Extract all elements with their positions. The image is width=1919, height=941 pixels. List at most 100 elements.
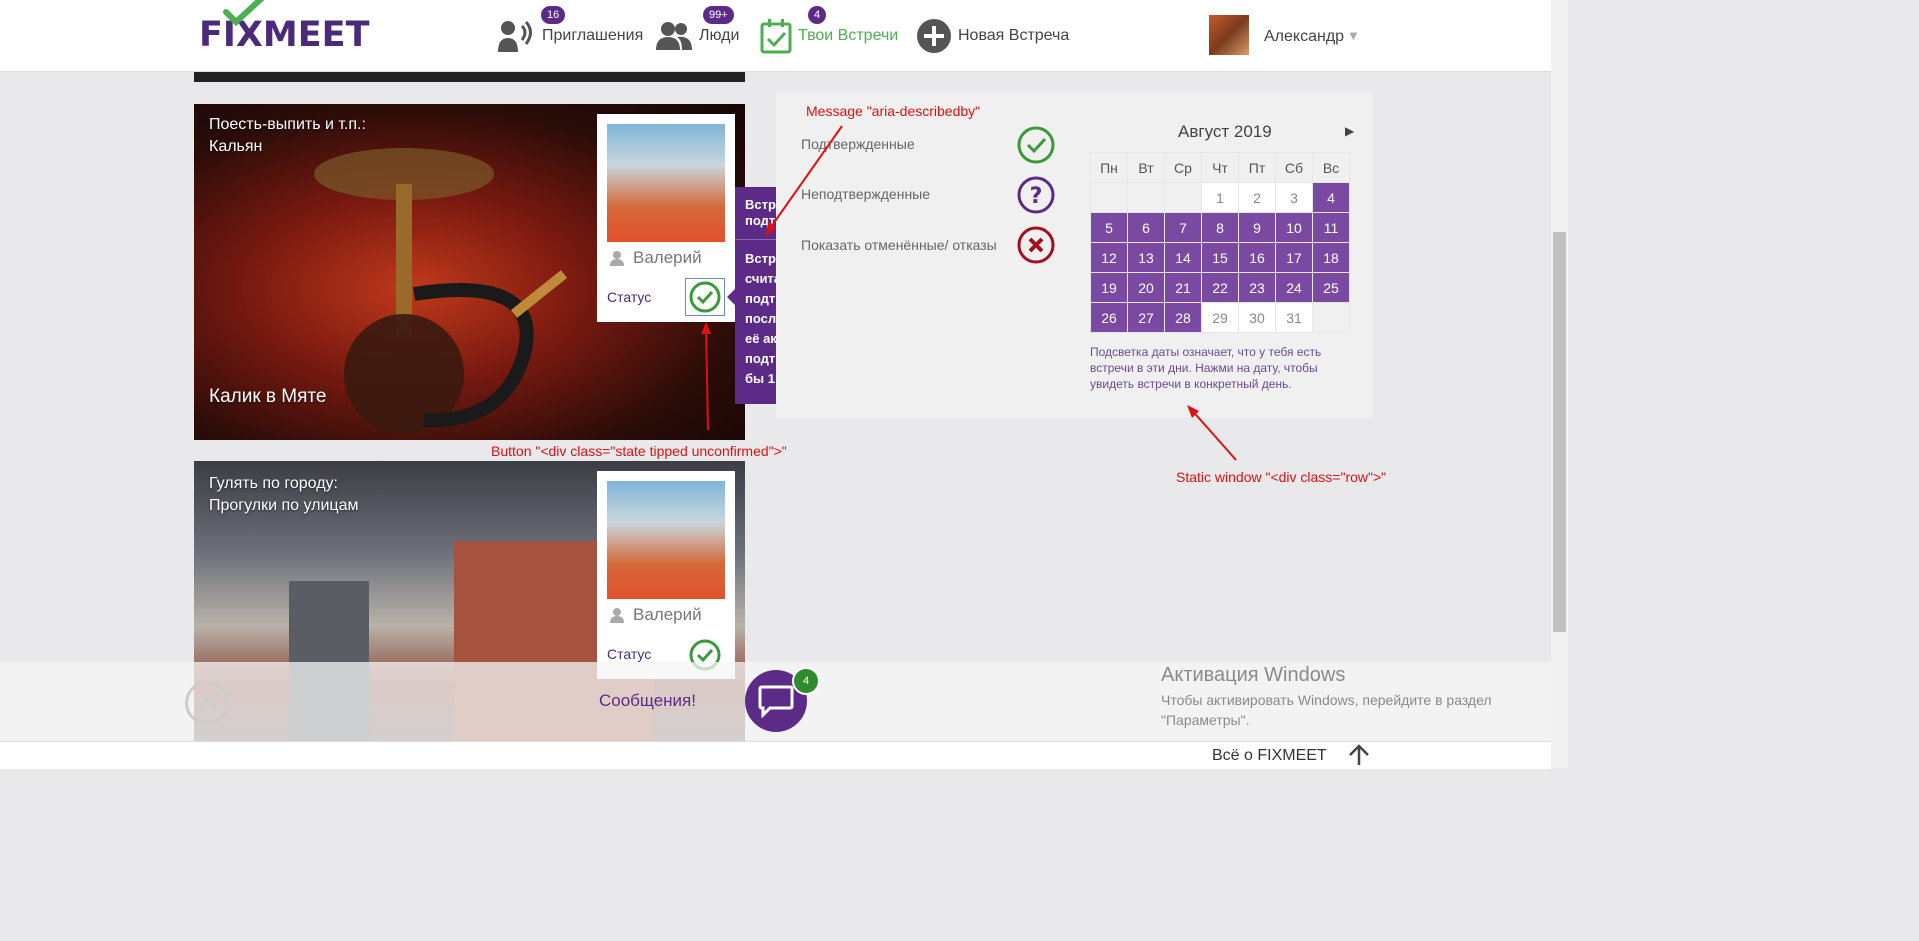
calendar-day[interactable]: 27 bbox=[1127, 302, 1165, 333]
calendar-day[interactable]: 23 bbox=[1238, 272, 1276, 303]
participant-box: Валерий Статус bbox=[597, 471, 735, 679]
weekday-header: Вс bbox=[1312, 152, 1350, 183]
tooltip-title: Встр подт bbox=[745, 197, 776, 228]
card-meeting-name[interactable]: Калик в Мяте bbox=[209, 386, 326, 408]
calendar-day[interactable]: 8 bbox=[1201, 212, 1239, 243]
check-circle-icon bbox=[689, 281, 721, 313]
calendar-day[interactable]: 30 bbox=[1238, 302, 1276, 333]
user-icon bbox=[610, 608, 624, 623]
weekday-header: Чт bbox=[1201, 152, 1239, 183]
calendar-day[interactable]: 24 bbox=[1275, 272, 1313, 303]
calendar-day[interactable]: 20 bbox=[1127, 272, 1165, 303]
status-button[interactable] bbox=[685, 278, 725, 316]
user-name[interactable]: Александр bbox=[1264, 28, 1344, 46]
legend-confirmed-label[interactable]: Подтвержденные bbox=[801, 136, 915, 152]
annotation-message: Message "aria-describedby" bbox=[806, 103, 981, 119]
plus-circle-icon bbox=[917, 19, 951, 53]
tooltip-divider bbox=[735, 239, 777, 240]
svg-text:?: ? bbox=[1030, 184, 1043, 209]
footer-about-link[interactable]: Всё о FIXMEET bbox=[1212, 747, 1327, 765]
calendar-day[interactable]: 3 bbox=[1275, 182, 1313, 213]
calendar-day[interactable]: 1 bbox=[1201, 182, 1239, 213]
calendar-day[interactable]: 5 bbox=[1090, 212, 1128, 243]
calendar-day[interactable]: 31 bbox=[1275, 302, 1313, 333]
windows-activation-title: Активация Windows bbox=[1161, 664, 1346, 686]
calendar-empty-cell bbox=[1090, 182, 1128, 213]
participant-photo[interactable] bbox=[607, 124, 725, 242]
calendar-day[interactable]: 7 bbox=[1164, 212, 1202, 243]
nav-new-meeting[interactable]: Новая Встреча bbox=[916, 14, 1069, 58]
my-meetings-badge: 4 bbox=[808, 6, 827, 24]
nav-invitations[interactable]: 16 Приглашения bbox=[496, 6, 644, 58]
calendar-month: Август 2019 bbox=[1178, 122, 1272, 141]
calendar-day[interactable]: 19 bbox=[1090, 272, 1128, 303]
calendar-day[interactable]: 11 bbox=[1312, 212, 1350, 243]
participant-box: Валерий Статус bbox=[597, 114, 735, 322]
weekday-header: Пн bbox=[1090, 152, 1128, 183]
calendar-day[interactable]: 12 bbox=[1090, 242, 1128, 273]
participant-name[interactable]: Валерий bbox=[633, 248, 702, 268]
status-label: Статус bbox=[607, 289, 652, 305]
calendar-day[interactable]: 21 bbox=[1164, 272, 1202, 303]
scroll-up-icon[interactable] bbox=[185, 681, 229, 725]
calendar-day[interactable]: 9 bbox=[1238, 212, 1276, 243]
chevron-up-icon bbox=[198, 696, 216, 708]
card-subcategory: Прогулки по улицам bbox=[209, 497, 359, 514]
tooltip-arrow bbox=[727, 289, 735, 305]
legend-cancelled-label[interactable]: Показать отменённые/ отказы bbox=[801, 237, 997, 253]
weekday-header: Сб bbox=[1275, 152, 1313, 183]
annotation-static: Static window "<div class="row">" bbox=[1176, 469, 1387, 485]
chat-bubble-icon bbox=[758, 685, 794, 718]
tooltip-body: Встр счита подт посл её ак подт бы 1 bbox=[745, 251, 777, 386]
nav-new-meeting-label: Новая Встреча bbox=[958, 27, 1070, 44]
annotation-button: Button "<div class="state tipped unconfi… bbox=[491, 443, 787, 459]
calendar-day[interactable]: 10 bbox=[1275, 212, 1313, 243]
calendar-day[interactable]: 29 bbox=[1201, 302, 1239, 333]
people-icon bbox=[656, 22, 692, 50]
calendar-day[interactable]: 13 bbox=[1127, 242, 1165, 273]
weekday-header: Пт bbox=[1238, 152, 1276, 183]
messages-label[interactable]: Сообщения! bbox=[599, 691, 696, 711]
calendar-empty-cell bbox=[1127, 182, 1165, 213]
arrow-up-icon[interactable] bbox=[1347, 743, 1371, 767]
participant-photo[interactable] bbox=[607, 481, 725, 599]
calendar-note: Подсветка даты означает, что у тебя есть… bbox=[1090, 345, 1322, 391]
people-badge: 99+ bbox=[703, 6, 734, 24]
card-category: Гулять по городу: bbox=[209, 475, 338, 492]
question-circle-icon[interactable]: ? bbox=[1017, 176, 1055, 214]
calendar-grid: Пн Вт Ср Чт Пт Сб Вс 1 2 3 4 5 6 7 8 9 10 11 12 13 14 15 16 17… bbox=[1090, 152, 1350, 333]
calendar-day[interactable]: 26 bbox=[1090, 302, 1128, 333]
legend-unconfirmed-label[interactable]: Неподтвержденные bbox=[801, 186, 930, 202]
calendar-day[interactable]: 25 bbox=[1312, 272, 1350, 303]
calendar-day[interactable]: 28 bbox=[1164, 302, 1202, 333]
check-circle-icon[interactable] bbox=[1017, 126, 1055, 164]
calendar-day[interactable]: 22 bbox=[1201, 272, 1239, 303]
calendar-day[interactable]: 6 bbox=[1127, 212, 1165, 243]
card-subcategory: Кальян bbox=[209, 138, 263, 155]
card-category: Поесть-выпить и т.п.: bbox=[209, 116, 366, 133]
nav-people[interactable]: 99+ Люди bbox=[655, 6, 740, 58]
calendar-day[interactable]: 14 bbox=[1164, 242, 1202, 273]
weekday-header: Вт bbox=[1127, 152, 1165, 183]
calendar-day[interactable]: 15 bbox=[1201, 242, 1239, 273]
top-header: FIXMEET 16 Приглашения 99+ Люди 4 Твои В… bbox=[0, 0, 1551, 72]
user-menu-caret-icon[interactable]: ▼ bbox=[1347, 28, 1360, 43]
windows-activation-subtitle: Чтобы активировать Windows, перейдите в … bbox=[1161, 692, 1492, 728]
calendar-panel: Подтвержденные Неподтвержденные ? Показа… bbox=[776, 92, 1373, 418]
calendar-day[interactable]: 18 bbox=[1312, 242, 1350, 273]
nav-invitations-label: Приглашения bbox=[542, 27, 644, 44]
calendar-day[interactable]: 4 bbox=[1312, 182, 1350, 213]
calendar-day[interactable]: 16 bbox=[1238, 242, 1276, 273]
user-avatar[interactable] bbox=[1209, 15, 1249, 55]
nav-my-meetings[interactable]: 4 Твои Встречи bbox=[760, 6, 899, 58]
calendar-empty-cell bbox=[1164, 182, 1202, 213]
calendar-day[interactable]: 2 bbox=[1238, 182, 1276, 213]
calendar-day[interactable]: 17 bbox=[1275, 242, 1313, 273]
calendar-empty-cell bbox=[1312, 302, 1350, 333]
nav-people-label: Люди bbox=[699, 27, 740, 44]
cross-circle-icon[interactable] bbox=[1017, 226, 1055, 264]
nav-my-meetings-label: Твои Встречи bbox=[798, 27, 899, 44]
next-month-arrow-icon[interactable]: ▶ bbox=[1345, 124, 1354, 138]
participant-name[interactable]: Валерий bbox=[633, 605, 702, 625]
scrollbar-thumb[interactable] bbox=[1553, 232, 1566, 632]
